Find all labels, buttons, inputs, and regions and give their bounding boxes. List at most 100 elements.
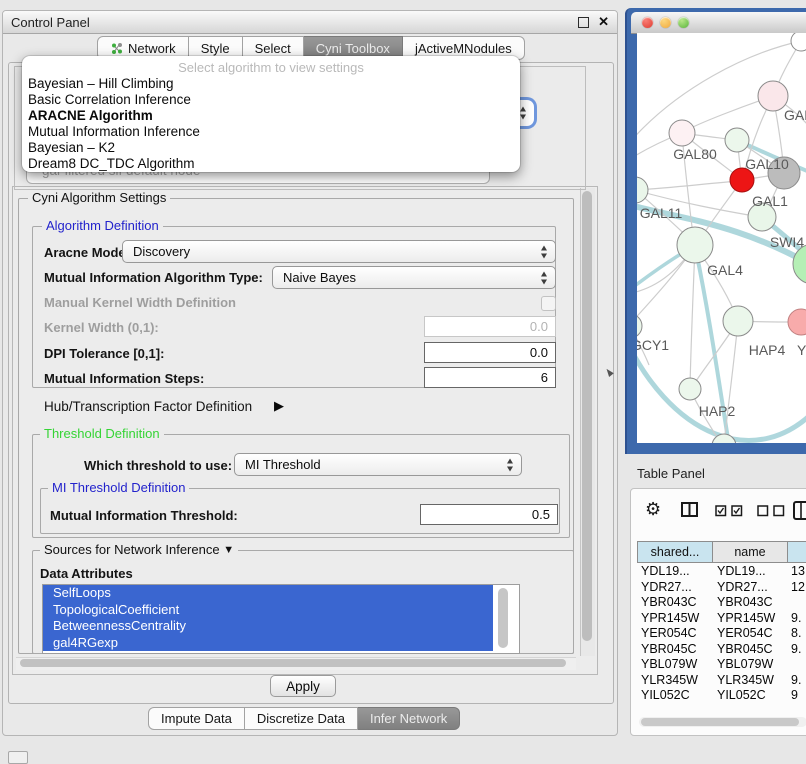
- list-item[interactable]: gal4RGexp: [43, 635, 493, 652]
- list-vertical-scrollbar-thumb[interactable]: [498, 588, 508, 648]
- table-cell[interactable]: YER054C: [717, 626, 773, 640]
- float-window-icon[interactable]: [578, 17, 589, 28]
- combo-stepper-icon: [541, 271, 548, 284]
- sources-title: Sources for Network Inference ▼: [40, 543, 238, 558]
- popup-item[interactable]: Mutual Information Inference: [22, 124, 520, 140]
- checked-boxes-icon[interactable]: [715, 505, 747, 517]
- node-gcy1[interactable]: [637, 314, 642, 338]
- control-panel-title: Control Panel: [3, 15, 90, 30]
- collapsed-arrow-icon[interactable]: ▶: [274, 398, 284, 414]
- settings-vertical-scrollbar-thumb[interactable]: [582, 191, 592, 641]
- table-cell[interactable]: YBL079W: [717, 657, 773, 671]
- table-cell[interactable]: YPR145W: [717, 611, 775, 625]
- popup-item[interactable]: Bayesian – Hill Climbing: [22, 76, 520, 92]
- node-label: Y: [797, 342, 806, 358]
- table-header-partial[interactable]: [787, 541, 806, 563]
- table-cell[interactable]: YBR043C: [717, 595, 773, 609]
- zoom-traffic-light-icon[interactable]: [678, 17, 689, 28]
- node-hap2[interactable]: [679, 378, 701, 400]
- table-cell[interactable]: YIL052C: [641, 688, 690, 701]
- tab-impute-data[interactable]: Impute Data: [148, 707, 245, 730]
- table-cell[interactable]: 9.: [791, 642, 801, 656]
- table-cell[interactable]: YER054C: [641, 626, 697, 640]
- node[interactable]: [791, 33, 806, 51]
- table-cell[interactable]: YLR345W: [717, 673, 774, 687]
- table-cell[interactable]: YLR345W: [641, 673, 698, 687]
- kernel-width-field[interactable]: 0.0: [424, 316, 556, 337]
- mi-algorithm-type-combobox[interactable]: Naive Bayes: [272, 266, 556, 289]
- gear-icon[interactable]: ⚙: [645, 499, 661, 520]
- table-cell[interactable]: YBR045C: [717, 642, 773, 656]
- node-gal10[interactable]: [725, 128, 749, 152]
- column-doc-icon[interactable]: [793, 501, 806, 521]
- control-panel-titlebar[interactable]: Control Panel ✕: [3, 11, 617, 34]
- popup-item-selected[interactable]: ARACNE Algorithm: [22, 108, 520, 124]
- minimize-traffic-light-icon[interactable]: [660, 17, 671, 28]
- table-cell[interactable]: YBL079W: [641, 657, 697, 671]
- table-cell[interactable]: 12: [791, 580, 805, 594]
- table-horizontal-scrollbar-thumb[interactable]: [641, 718, 799, 726]
- kernel-width-value: 0.0: [530, 319, 548, 334]
- table-cell[interactable]: 9.: [791, 611, 801, 625]
- list-item[interactable]: BetweennessCentrality: [43, 618, 493, 635]
- popup-item[interactable]: Dream8 DC_TDC Algorithm: [22, 156, 520, 172]
- unchecked-boxes-icon[interactable]: [757, 505, 789, 517]
- popup-item[interactable]: Bayesian – K2: [22, 140, 520, 156]
- node[interactable]: [793, 244, 806, 284]
- table-header-shared[interactable]: shared...: [637, 541, 713, 563]
- mi-steps-field[interactable]: 6: [424, 367, 556, 388]
- table-header-name[interactable]: name: [712, 541, 788, 563]
- dpi-tolerance-label: DPI Tolerance [0,1]:: [44, 346, 164, 361]
- algorithm-definition-title: Algorithm Definition: [42, 219, 163, 233]
- which-threshold-combobox[interactable]: MI Threshold: [234, 453, 522, 476]
- data-attributes-label: Data Attributes: [40, 566, 133, 581]
- table-cell[interactable]: YDR27...: [717, 580, 768, 594]
- split-columns-icon[interactable]: [681, 502, 698, 517]
- table-cell[interactable]: 13: [791, 564, 805, 578]
- node-gal4[interactable]: [677, 227, 713, 263]
- node-label: GAL10: [745, 156, 789, 172]
- node[interactable]: [788, 309, 806, 335]
- mi-threshold-label: Mutual Information Threshold:: [50, 508, 238, 523]
- table-cell[interactable]: YDL19...: [641, 564, 690, 578]
- close-traffic-light-icon[interactable]: [642, 17, 653, 28]
- table-cell[interactable]: YDL19...: [717, 564, 766, 578]
- table-cell[interactable]: 9: [791, 688, 798, 701]
- edge[interactable]: [690, 246, 695, 387]
- table-cell[interactable]: 8.: [791, 626, 801, 640]
- mi-algorithm-type-label: Mutual Information Algorithm Type:: [44, 270, 263, 285]
- tab-discretize-data[interactable]: Discretize Data: [245, 707, 358, 730]
- table-cell[interactable]: YIL052C: [717, 688, 766, 701]
- expanded-arrow-icon[interactable]: ▼: [223, 544, 234, 556]
- aracne-mode-label: Aracne Mode:: [44, 245, 130, 260]
- mi-threshold-field[interactable]: 0.5: [420, 504, 558, 525]
- node-gal80[interactable]: [669, 120, 695, 146]
- tab-infer-network[interactable]: Infer Network: [358, 707, 460, 730]
- list-item[interactable]: SelfLoops: [43, 585, 493, 602]
- close-icon[interactable]: ✕: [598, 14, 609, 30]
- aracne-mode-combobox[interactable]: Discovery: [122, 240, 556, 263]
- settings-horizontal-scrollbar-thumb[interactable]: [20, 659, 566, 667]
- network-view-titlebar[interactable]: [631, 12, 806, 34]
- node-label: GAL11: [640, 205, 683, 221]
- dpi-tolerance-field[interactable]: 0.0: [424, 342, 556, 363]
- network-canvas[interactable]: GAL GAL80 GAL10 GAL1 GAL11 SWI4 GAL4 GCY…: [637, 33, 806, 443]
- data-attributes-list[interactable]: SelfLoops TopologicalCoefficient Between…: [42, 584, 520, 654]
- apply-button[interactable]: Apply: [270, 675, 336, 697]
- table-cell[interactable]: 9.: [791, 673, 801, 687]
- table-cell[interactable]: YBR045C: [641, 642, 697, 656]
- table-cell[interactable]: YBR043C: [641, 595, 697, 609]
- node-label: GCY1: [637, 337, 669, 353]
- bottom-left-partial-button[interactable]: [8, 751, 28, 764]
- node-hap4[interactable]: [723, 306, 753, 336]
- mi-threshold-definition-title: MI Threshold Definition: [48, 481, 189, 495]
- popup-item[interactable]: Basic Correlation Inference: [22, 92, 520, 108]
- edge[interactable]: [637, 181, 740, 190]
- list-item[interactable]: TopologicalCoefficient: [43, 602, 493, 619]
- manual-kernel-width-checkbox[interactable]: [541, 296, 556, 311]
- table-cell[interactable]: YPR145W: [641, 611, 699, 625]
- combo-stepper-icon: [541, 245, 548, 258]
- table-cell[interactable]: YDR27...: [641, 580, 692, 594]
- hub-section-label[interactable]: Hub/Transcription Factor Definition: [44, 399, 252, 414]
- tab-select-label: Select: [255, 41, 291, 56]
